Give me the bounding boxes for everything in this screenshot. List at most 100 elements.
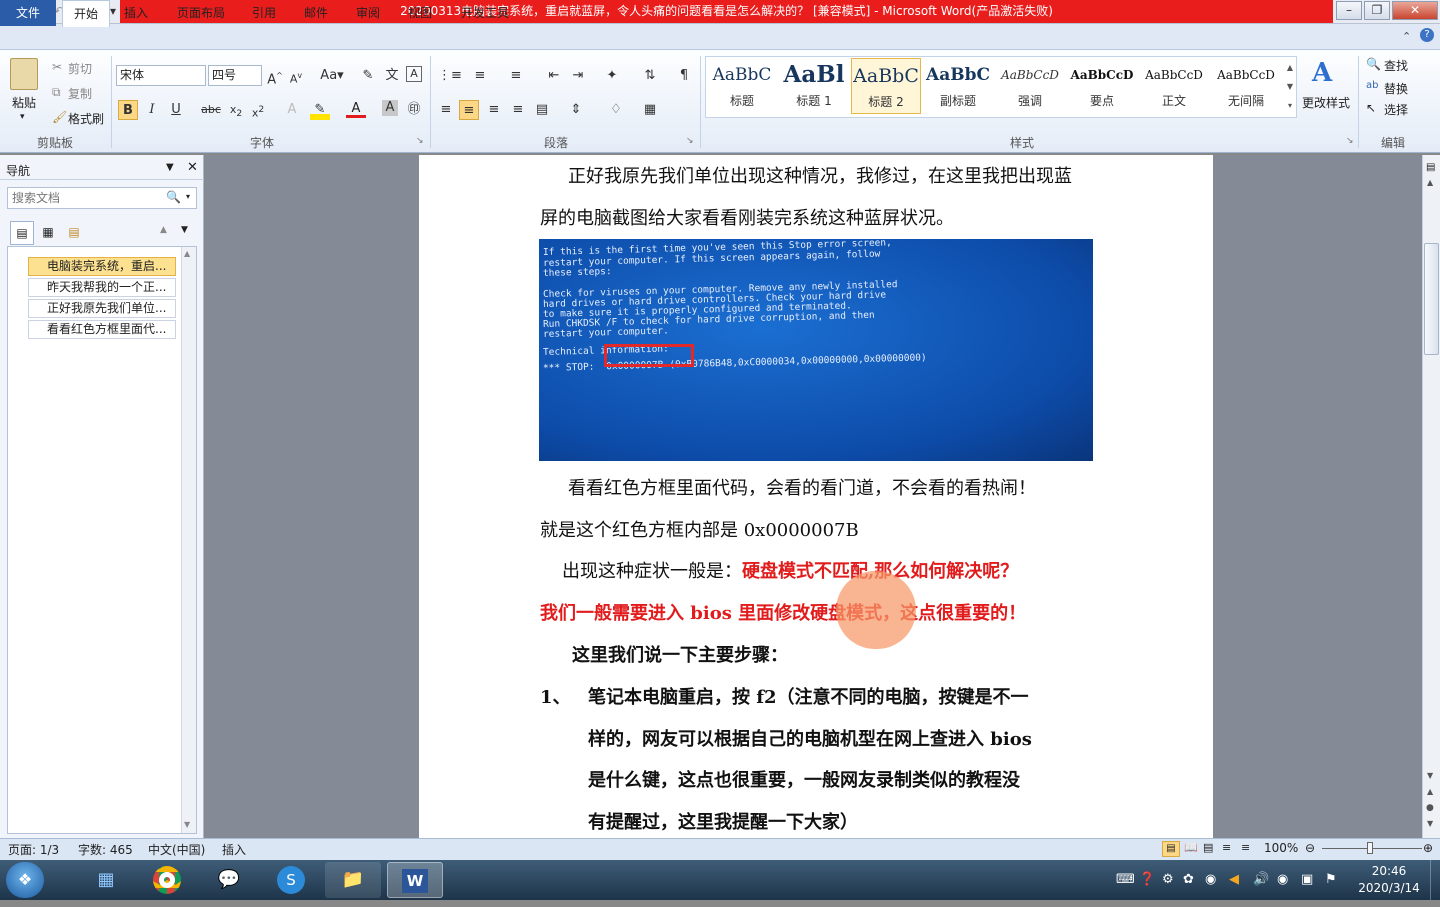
nav-prev-icon[interactable]: ▲ [160,225,167,235]
print-layout-view-icon[interactable]: ▤ [1162,841,1180,857]
font-name-combo[interactable]: 宋体 [116,65,206,86]
justify-icon[interactable]: ≡ [508,100,528,120]
tab-page-layout[interactable]: 页面布局 [170,0,232,26]
browse-pages-tab-icon[interactable]: ▦ [36,221,60,245]
scroll-thumb[interactable] [1424,243,1439,355]
sort-icon[interactable]: ⇅ [640,66,660,86]
restore-button[interactable]: ❐ [1364,1,1390,20]
clock-time[interactable]: 20:46 [1356,864,1422,878]
replace-button[interactable]: 替换 [1384,80,1408,97]
zoom-in-icon[interactable]: ⊕ [1423,841,1433,855]
tab-home[interactable]: 开始 [62,0,110,27]
enclose-char-icon[interactable]: ㊞ [404,100,424,120]
browse-object-icon[interactable]: ● [1426,803,1434,813]
zoom-level[interactable]: 100% [1264,841,1298,855]
style-no-spacing[interactable]: AaBbCcD 无间隔 [1211,58,1281,114]
tab-insert[interactable]: 插入 [114,0,158,26]
nav-heading-item[interactable]: 电脑装完系统，重启... [28,257,176,276]
zoom-slider-thumb[interactable] [1367,842,1373,854]
insert-mode-indicator[interactable]: 插入 [222,841,246,858]
nav-heading-item[interactable]: 昨天我帮我的一个正... [28,278,176,297]
bold-button[interactable]: B [118,100,138,120]
tab-view[interactable]: 视图 [400,0,440,26]
help-icon[interactable]: ? [1420,28,1434,42]
styles-scroll-icon[interactable]: ▲ ▼ ▾ [1284,58,1296,116]
bullets-icon[interactable]: ⋮≡ [438,66,462,86]
phonetic-guide-icon[interactable]: 文 [382,66,402,86]
font-size-combo[interactable]: 四号 [208,65,262,86]
style-heading-2[interactable]: AaBbC 标题 2 [851,58,921,114]
tab-references[interactable]: 引用 [244,0,284,26]
underline-button[interactable]: U [166,100,186,120]
char-border-icon[interactable]: A [406,66,422,82]
taskbar-app-icon[interactable]: ▦ [78,862,134,898]
superscript-button[interactable]: x2 [248,100,268,120]
clock-date[interactable]: 2020/3/14 [1352,881,1426,895]
decrease-indent-icon[interactable]: ⇤ [544,66,564,86]
ruler-toggle-icon[interactable]: ▤ [1426,162,1435,173]
close-button[interactable]: ✕ [1392,1,1438,20]
multilevel-list-icon[interactable]: ≡ [506,66,526,86]
numbering-icon[interactable]: ≡ [470,66,490,86]
borders-icon[interactable]: ▦ [640,100,660,120]
wechat-tray-icon[interactable]: ◉ [1205,872,1216,887]
paste-dropdown-icon[interactable]: ▾ [20,112,25,122]
web-layout-view-icon[interactable]: ▤ [1203,841,1213,854]
ribbon-minimize-icon[interactable]: ⌃ [1402,30,1411,43]
format-painter-button[interactable]: 格式刷 [68,110,104,127]
styles-dialog-launcher-icon[interactable]: ↘ [1346,136,1354,146]
zoom-out-icon[interactable]: ⊖ [1305,841,1315,855]
minimize-button[interactable]: – [1336,1,1362,20]
volume-icon[interactable]: 🔊 [1253,872,1269,887]
align-left-icon[interactable]: ≡ [436,100,456,120]
strikethrough-button[interactable]: abc [200,100,222,120]
language-indicator[interactable]: 中文(中国) [148,841,205,858]
clear-format-icon[interactable]: ✎ [358,66,378,86]
cut-button[interactable]: 剪切 [68,60,92,77]
next-page-icon[interactable]: ▼ [1427,819,1433,828]
tray-icon[interactable]: ⚙ [1162,872,1174,887]
shading-icon[interactable]: ♢ [606,100,626,120]
search-icon[interactable]: 🔍 [166,190,181,204]
wechat-icon[interactable]: 💬 [201,862,257,898]
copy-button[interactable]: 复制 [68,85,92,102]
style-subtitle[interactable]: AaBbC 副标题 [923,58,993,114]
char-shading-icon[interactable]: A [382,100,398,116]
grow-font-icon[interactable]: A^ [265,66,285,87]
tab-mailings[interactable]: 邮件 [296,0,336,26]
nav-heading-item[interactable]: 正好我原先我们单位... [28,299,176,318]
tab-review[interactable]: 审阅 [348,0,388,26]
explorer-icon[interactable]: 📁 [325,862,381,898]
display-icon[interactable]: ▣ [1301,872,1313,887]
draft-view-icon[interactable]: ≡ [1241,841,1250,854]
style-heading-1[interactable]: AaBl 标题 1 [779,58,849,114]
search-dropdown-icon[interactable]: ▾ [186,192,190,201]
page-count[interactable]: 页面: 1/3 [8,841,59,858]
flower-tray-icon[interactable]: ✿ [1183,872,1194,887]
select-button[interactable]: 选择 [1384,101,1408,118]
browse-headings-tab-icon[interactable]: ▤ [10,221,34,245]
outline-view-icon[interactable]: ≡ [1222,841,1231,854]
italic-button[interactable]: I [142,100,162,120]
align-center-icon[interactable]: ≡ [459,100,479,120]
start-button[interactable]: ❖ [6,862,44,898]
keyboard-icon[interactable]: ⌨ [1116,872,1135,887]
nav-scroll-up-icon[interactable]: ▲ [184,249,190,258]
font-color-icon[interactable]: A [346,100,366,118]
fullscreen-reading-view-icon[interactable]: 📖 [1184,841,1198,854]
change-case-icon[interactable]: Aa▾ [318,66,346,86]
change-styles-button[interactable]: 更改样式 [1302,94,1350,111]
shrink-font-icon[interactable]: Av [286,66,306,86]
nav-menu-icon[interactable]: ▼ [166,162,174,173]
prev-page-icon[interactable]: ▲ [1427,787,1433,796]
highlight-icon[interactable]: ✎ [310,100,330,120]
help-tray-icon[interactable]: ❓ [1139,872,1155,887]
scroll-up-icon[interactable]: ▲ [1427,178,1433,187]
paste-icon[interactable] [10,58,38,90]
action-center-icon[interactable]: ⚑ [1325,872,1337,887]
nav-scroll-down-icon[interactable]: ▼ [184,820,190,829]
nav-next-icon[interactable]: ▼ [181,225,188,235]
show-desktop-button[interactable] [1430,860,1440,900]
show-marks-icon[interactable]: ¶ [674,66,694,86]
scroll-down-icon[interactable]: ▼ [1427,771,1433,780]
